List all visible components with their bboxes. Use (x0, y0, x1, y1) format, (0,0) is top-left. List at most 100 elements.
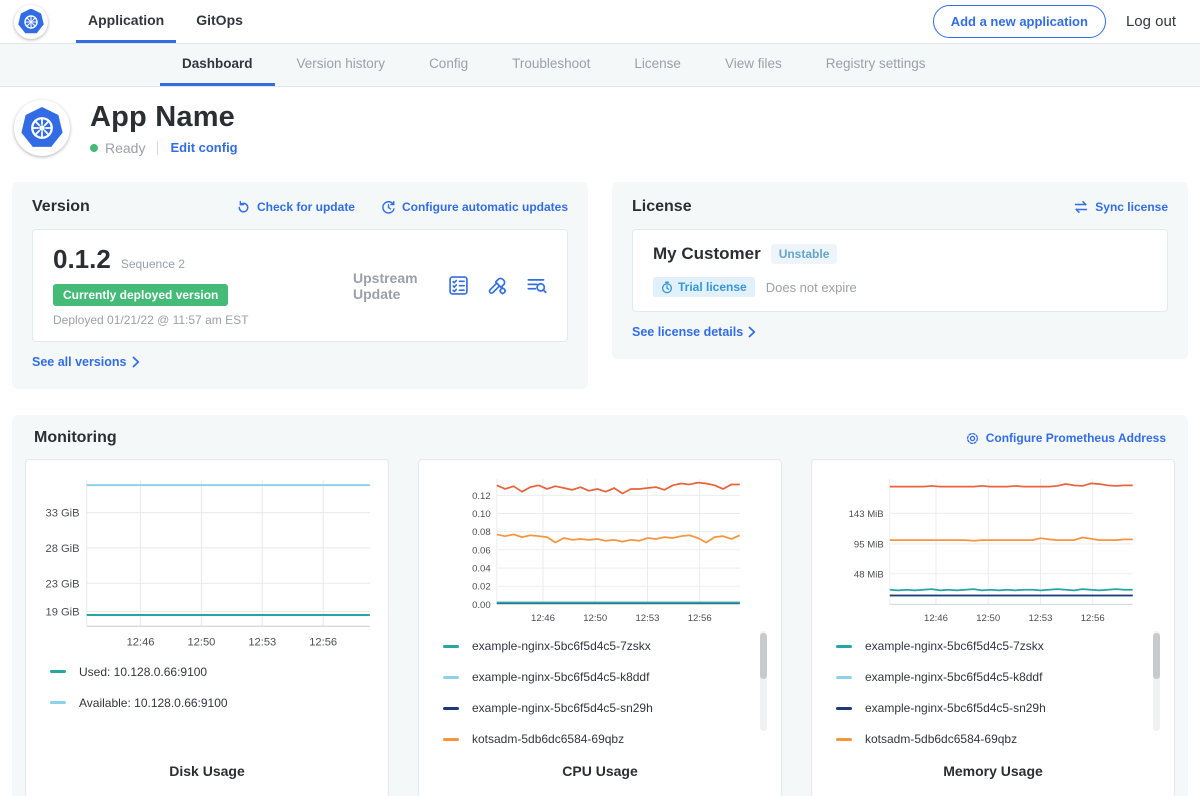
legend-color-dash (50, 670, 66, 673)
subnav-registry-settings-label: Registry settings (826, 56, 926, 71)
subnav-troubleshoot[interactable]: Troubleshoot (490, 44, 612, 86)
svg-text:0.08: 0.08 (472, 527, 491, 538)
svg-text:23 GiB: 23 GiB (46, 578, 80, 590)
sync-license-link[interactable]: Sync license (1073, 200, 1168, 214)
svg-text:0.00: 0.00 (472, 600, 491, 611)
svg-text:12:50: 12:50 (583, 613, 607, 624)
kubernetes-logo (14, 5, 48, 39)
legend-color-dash (443, 707, 459, 710)
disk-usage-legend: Used: 10.128.0.66:9100Available: 10.128.… (38, 653, 376, 763)
subnav-dashboard[interactable]: Dashboard (160, 44, 275, 86)
cpu-usage-chart: 12:4612:5012:5312:560.000.020.040.060.08… (431, 472, 769, 627)
subnav-troubleshoot-label: Troubleshoot (512, 56, 590, 71)
legend-label: Available: 10.128.0.66:9100 (79, 696, 228, 710)
customer-name: My Customer (653, 244, 761, 264)
legend-item: example-nginx-5bc6f5d4c5-sn29h (836, 701, 1162, 715)
legend-label: example-nginx-5bc6f5d4c5-sn29h (865, 701, 1046, 715)
svg-text:95 MiB: 95 MiB (854, 539, 884, 550)
license-type-badge: Trial license (653, 277, 755, 297)
svg-text:12:46: 12:46 (127, 637, 155, 649)
configure-automatic-updates-link[interactable]: Configure automatic updates (381, 200, 568, 215)
svg-text:33 GiB: 33 GiB (46, 508, 80, 520)
channel-badge: Unstable (771, 244, 838, 264)
configure-automatic-updates-label: Configure automatic updates (402, 200, 568, 214)
disk-usage-title: Disk Usage (38, 763, 376, 779)
memory-usage-legend: example-nginx-5bc6f5d4c5-7zskx example-ng… (824, 627, 1162, 763)
version-number: 0.1.2 (53, 244, 111, 275)
license-type-label: Trial license (678, 280, 747, 294)
subnav-registry-settings[interactable]: Registry settings (804, 44, 948, 86)
version-config-wrench-icon[interactable] (487, 275, 508, 296)
svg-text:12:53: 12:53 (635, 613, 659, 624)
version-card-title: Version (32, 198, 90, 216)
legend-color-dash (443, 738, 459, 741)
license-expiry: Does not expire (766, 280, 857, 295)
sync-arrows-icon (1073, 200, 1089, 214)
subnav-license[interactable]: License (612, 44, 703, 86)
legend-color-dash (50, 701, 66, 704)
current-version-row: 0.1.2 Sequence 2 Currently deployed vers… (32, 229, 568, 342)
legend-item: example-nginx-5bc6f5d4c5-k8ddf (443, 670, 769, 684)
chevron-right-icon (748, 326, 756, 338)
cpu-usage-title: CPU Usage (431, 763, 769, 779)
license-card-title: License (632, 198, 692, 216)
logout-button[interactable]: Log out (1126, 13, 1176, 30)
svg-text:12:46: 12:46 (531, 613, 555, 624)
see-license-details-label: See license details (632, 325, 743, 339)
svg-text:0.04: 0.04 (472, 563, 491, 574)
legend-item: kotsadm-5db6dc6584-69qbz (443, 732, 769, 746)
subnav-view-files[interactable]: View files (703, 44, 804, 86)
license-card: License Sync license My Customer Unstabl… (612, 182, 1188, 359)
svg-text:28 GiB: 28 GiB (46, 543, 80, 555)
legend-color-dash (443, 676, 459, 679)
legend-label: example-nginx-5bc6f5d4c5-sn29h (472, 701, 653, 715)
svg-text:0.10: 0.10 (472, 509, 491, 520)
chevron-right-icon (132, 356, 140, 368)
legend-color-dash (836, 707, 852, 710)
page-title: App Name (90, 101, 238, 134)
legend-item: example-nginx-5bc6f5d4c5-7zskx (836, 639, 1162, 653)
cpu-usage-card: 12:4612:5012:5312:560.000.020.040.060.08… (418, 459, 782, 796)
legend-scrollbar-thumb[interactable] (1153, 633, 1160, 679)
legend-color-dash (836, 738, 852, 741)
subnav-view-files-label: View files (725, 56, 782, 71)
preflight-checks-icon[interactable] (448, 275, 469, 296)
view-diff-file-search-icon[interactable] (526, 275, 547, 296)
svg-text:143 MiB: 143 MiB (849, 509, 884, 520)
version-source: Upstream Update (353, 270, 448, 302)
app-logo-kubernetes-icon (21, 107, 63, 149)
legend-label: example-nginx-5bc6f5d4c5-k8ddf (865, 670, 1042, 684)
see-license-details-link[interactable]: See license details (632, 325, 756, 339)
subnav-license-label: License (634, 56, 681, 71)
legend-label: kotsadm-5db6dc6584-69qbz (865, 732, 1017, 746)
see-all-versions-link[interactable]: See all versions (32, 355, 140, 369)
legend-label: kotsadm-5db6dc6584-69qbz (472, 732, 624, 746)
disk-usage-chart: 12:4612:5012:5312:5619 GiB23 GiB28 GiB33… (38, 472, 376, 653)
configure-prometheus-link[interactable]: Configure Prometheus Address (965, 431, 1166, 446)
tab-gitops[interactable]: GitOps (184, 0, 255, 43)
currently-deployed-badge: Currently deployed version (53, 284, 228, 306)
sync-license-label: Sync license (1095, 200, 1168, 214)
tab-application[interactable]: Application (76, 0, 176, 43)
status-text: Ready (105, 140, 145, 156)
legend-scrollbar-thumb[interactable] (760, 633, 767, 679)
legend-scrollbar[interactable] (1153, 631, 1160, 731)
subnav-config[interactable]: Config (407, 44, 490, 86)
legend-item: example-nginx-5bc6f5d4c5-k8ddf (836, 670, 1162, 684)
add-new-application-button[interactable]: Add a new application (933, 5, 1106, 38)
check-for-update-link[interactable]: Check for update (236, 200, 355, 215)
memory-usage-card: 12:4612:5012:5312:5648 MiB95 MiB143 MiB … (811, 459, 1175, 796)
svg-text:12:53: 12:53 (248, 637, 276, 649)
edit-config-link[interactable]: Edit config (170, 140, 237, 155)
legend-item: example-nginx-5bc6f5d4c5-7zskx (443, 639, 769, 653)
legend-scrollbar[interactable] (760, 631, 767, 731)
disk-usage-card: 12:4612:5012:5312:5619 GiB23 GiB28 GiB33… (25, 459, 389, 796)
version-sequence: Sequence 2 (121, 257, 185, 271)
legend-label: example-nginx-5bc6f5d4c5-7zskx (865, 639, 1044, 653)
kubernetes-logo-icon (18, 9, 44, 35)
ready-status-dot (90, 144, 98, 152)
subnav-version-history[interactable]: Version history (275, 44, 408, 86)
svg-text:0.06: 0.06 (472, 545, 491, 556)
deployed-timestamp: Deployed 01/21/22 @ 11:57 am EST (53, 313, 353, 327)
monitoring-title: Monitoring (34, 429, 117, 447)
